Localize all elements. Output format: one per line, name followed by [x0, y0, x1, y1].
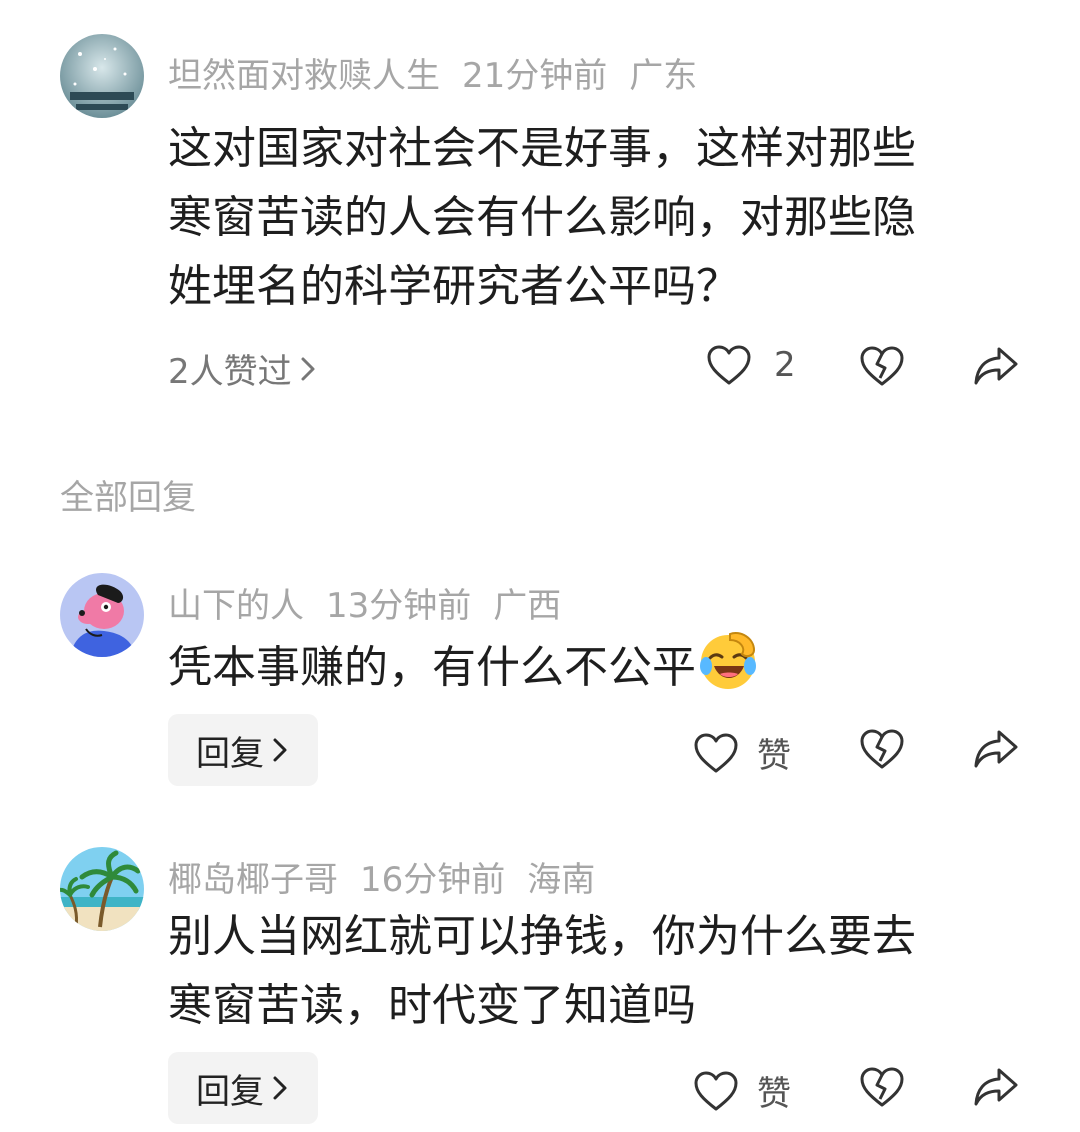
chevron-right-icon	[270, 1075, 290, 1101]
reply-line: 别人当网红就可以挣钱，你为什么要去	[168, 911, 916, 962]
like-button[interactable]: 赞	[693, 1066, 791, 1115]
like-label: 赞	[757, 736, 791, 776]
location: 海南	[527, 860, 596, 900]
heart-icon	[706, 344, 752, 386]
broken-heart-icon	[859, 728, 905, 770]
like-label: 赞	[757, 1074, 791, 1114]
like-count: 2	[774, 345, 796, 385]
share-arrow-icon	[972, 345, 1020, 387]
like-button[interactable]: 2	[706, 344, 796, 386]
like-button[interactable]: 赞	[693, 728, 791, 777]
dislike-button[interactable]	[859, 1066, 905, 1108]
location: 广东	[629, 56, 698, 96]
broken-heart-icon	[859, 345, 905, 387]
comment-line: 寒窗苦读的人会有什么影响，对那些隐	[168, 192, 916, 243]
username[interactable]: 坦然面对救赎人生	[168, 56, 440, 96]
share-arrow-icon	[972, 728, 1020, 770]
location: 广西	[493, 586, 562, 626]
share-button[interactable]	[972, 345, 1020, 387]
username[interactable]: 椰岛椰子哥	[168, 860, 338, 900]
timestamp: 21分钟前	[462, 56, 608, 96]
broken-heart-icon	[859, 1066, 905, 1108]
comment-line: 姓埋名的科学研究者公平吗？	[168, 261, 740, 312]
reply-item: 椰岛椰子哥 16分钟前 海南 别人当网红就可以挣钱，你为什么要去 寒窗苦读，时代变了…	[0, 834, 1080, 1132]
heart-icon	[693, 732, 739, 774]
laughing-tears-emoji	[696, 628, 760, 692]
reply-meta: 山下的人 13分钟前 广西	[168, 578, 583, 627]
reply-button[interactable]: 回复	[168, 714, 318, 786]
likers-text: 2人赞过	[168, 352, 292, 392]
share-arrow-icon	[972, 1066, 1020, 1108]
reply-button[interactable]: 回复	[168, 1052, 318, 1124]
avatar[interactable]	[60, 847, 144, 931]
reply-line: 寒窗苦读，时代变了知道吗	[168, 980, 696, 1031]
heart-icon	[693, 1070, 739, 1112]
comment-line: 这对国家对社会不是好事，这样对那些	[168, 123, 916, 174]
likers-link[interactable]: 2人赞过	[168, 344, 318, 393]
share-button[interactable]	[972, 728, 1020, 770]
avatar[interactable]	[60, 573, 144, 657]
avatar[interactable]	[60, 34, 144, 118]
chevron-right-icon	[298, 356, 318, 382]
reply-button-label: 回复	[196, 733, 264, 774]
dislike-button[interactable]	[859, 345, 905, 387]
section-title: 全部回复	[60, 478, 196, 518]
share-button[interactable]	[972, 1066, 1020, 1108]
reply-meta: 椰岛椰子哥 16分钟前 海南	[168, 852, 617, 901]
username[interactable]: 山下的人	[168, 586, 304, 626]
chevron-right-icon	[270, 737, 290, 763]
reply-item: 山下的人 13分钟前 广西 凭本事赚的，有什么不公平 回复 赞	[0, 560, 1080, 800]
reply-text: 别人当网红就可以挣钱，你为什么要去 寒窗苦读，时代变了知道吗	[168, 902, 1028, 1040]
timestamp: 13分钟前	[326, 586, 472, 626]
dislike-button[interactable]	[859, 728, 905, 770]
reply-line: 凭本事赚的，有什么不公平	[168, 642, 696, 693]
reply-button-label: 回复	[196, 1071, 264, 1112]
main-comment: 坦然面对救赎人生 21分钟前 广东 这对国家对社会不是好事，这样对那些 寒窗苦读的人…	[0, 0, 1080, 420]
comment-text: 这对国家对社会不是好事，这样对那些 寒窗苦读的人会有什么影响，对那些隐 姓埋名的…	[168, 114, 1028, 321]
timestamp: 16分钟前	[360, 860, 506, 900]
comment-meta: 坦然面对救赎人生 21分钟前 广东	[168, 48, 719, 97]
reply-text: 凭本事赚的，有什么不公平	[168, 628, 1028, 702]
